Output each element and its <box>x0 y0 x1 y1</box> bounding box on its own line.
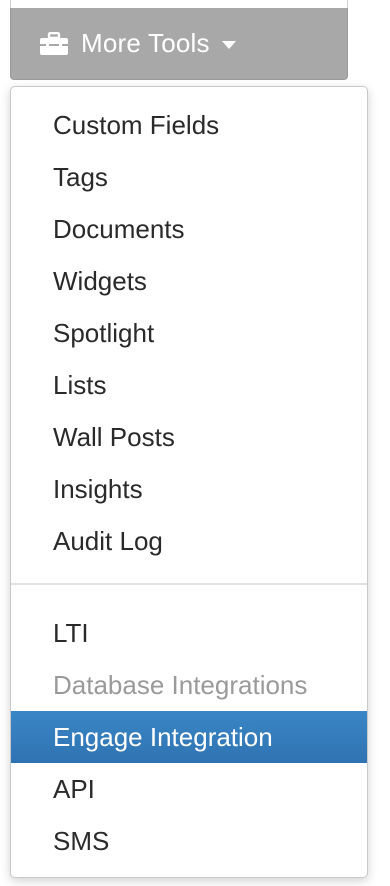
menu-item-engage-integration[interactable]: Engage Integration <box>11 711 367 763</box>
menu-item-tags[interactable]: Tags <box>11 157 367 197</box>
toolbar-top-edge <box>10 0 348 8</box>
more-tools-button[interactable]: More Tools <box>10 8 348 80</box>
caret-down-icon <box>221 40 236 49</box>
menu-item-api[interactable]: API <box>11 769 367 809</box>
menu-item-sms[interactable]: SMS <box>11 821 367 861</box>
menu-item-lti[interactable]: LTI <box>11 613 367 653</box>
menu-divider <box>11 583 367 585</box>
menu-item-insights[interactable]: Insights <box>11 469 367 509</box>
more-tools-dropdown: Custom Fields Tags Documents Widgets Spo… <box>10 86 368 878</box>
toolbox-icon <box>40 31 68 55</box>
more-tools-label: More Tools <box>81 28 210 58</box>
menu-item-spotlight[interactable]: Spotlight <box>11 313 367 353</box>
menu-item-widgets[interactable]: Widgets <box>11 261 367 301</box>
menu-item-wall-posts[interactable]: Wall Posts <box>11 417 367 457</box>
menu-item-database-integrations: Database Integrations <box>53 670 308 700</box>
menu-item-lists[interactable]: Lists <box>11 365 367 405</box>
menu-item-custom-fields[interactable]: Custom Fields <box>11 105 367 145</box>
menu-item-audit-log[interactable]: Audit Log <box>11 521 367 561</box>
menu-item-documents[interactable]: Documents <box>11 209 367 249</box>
